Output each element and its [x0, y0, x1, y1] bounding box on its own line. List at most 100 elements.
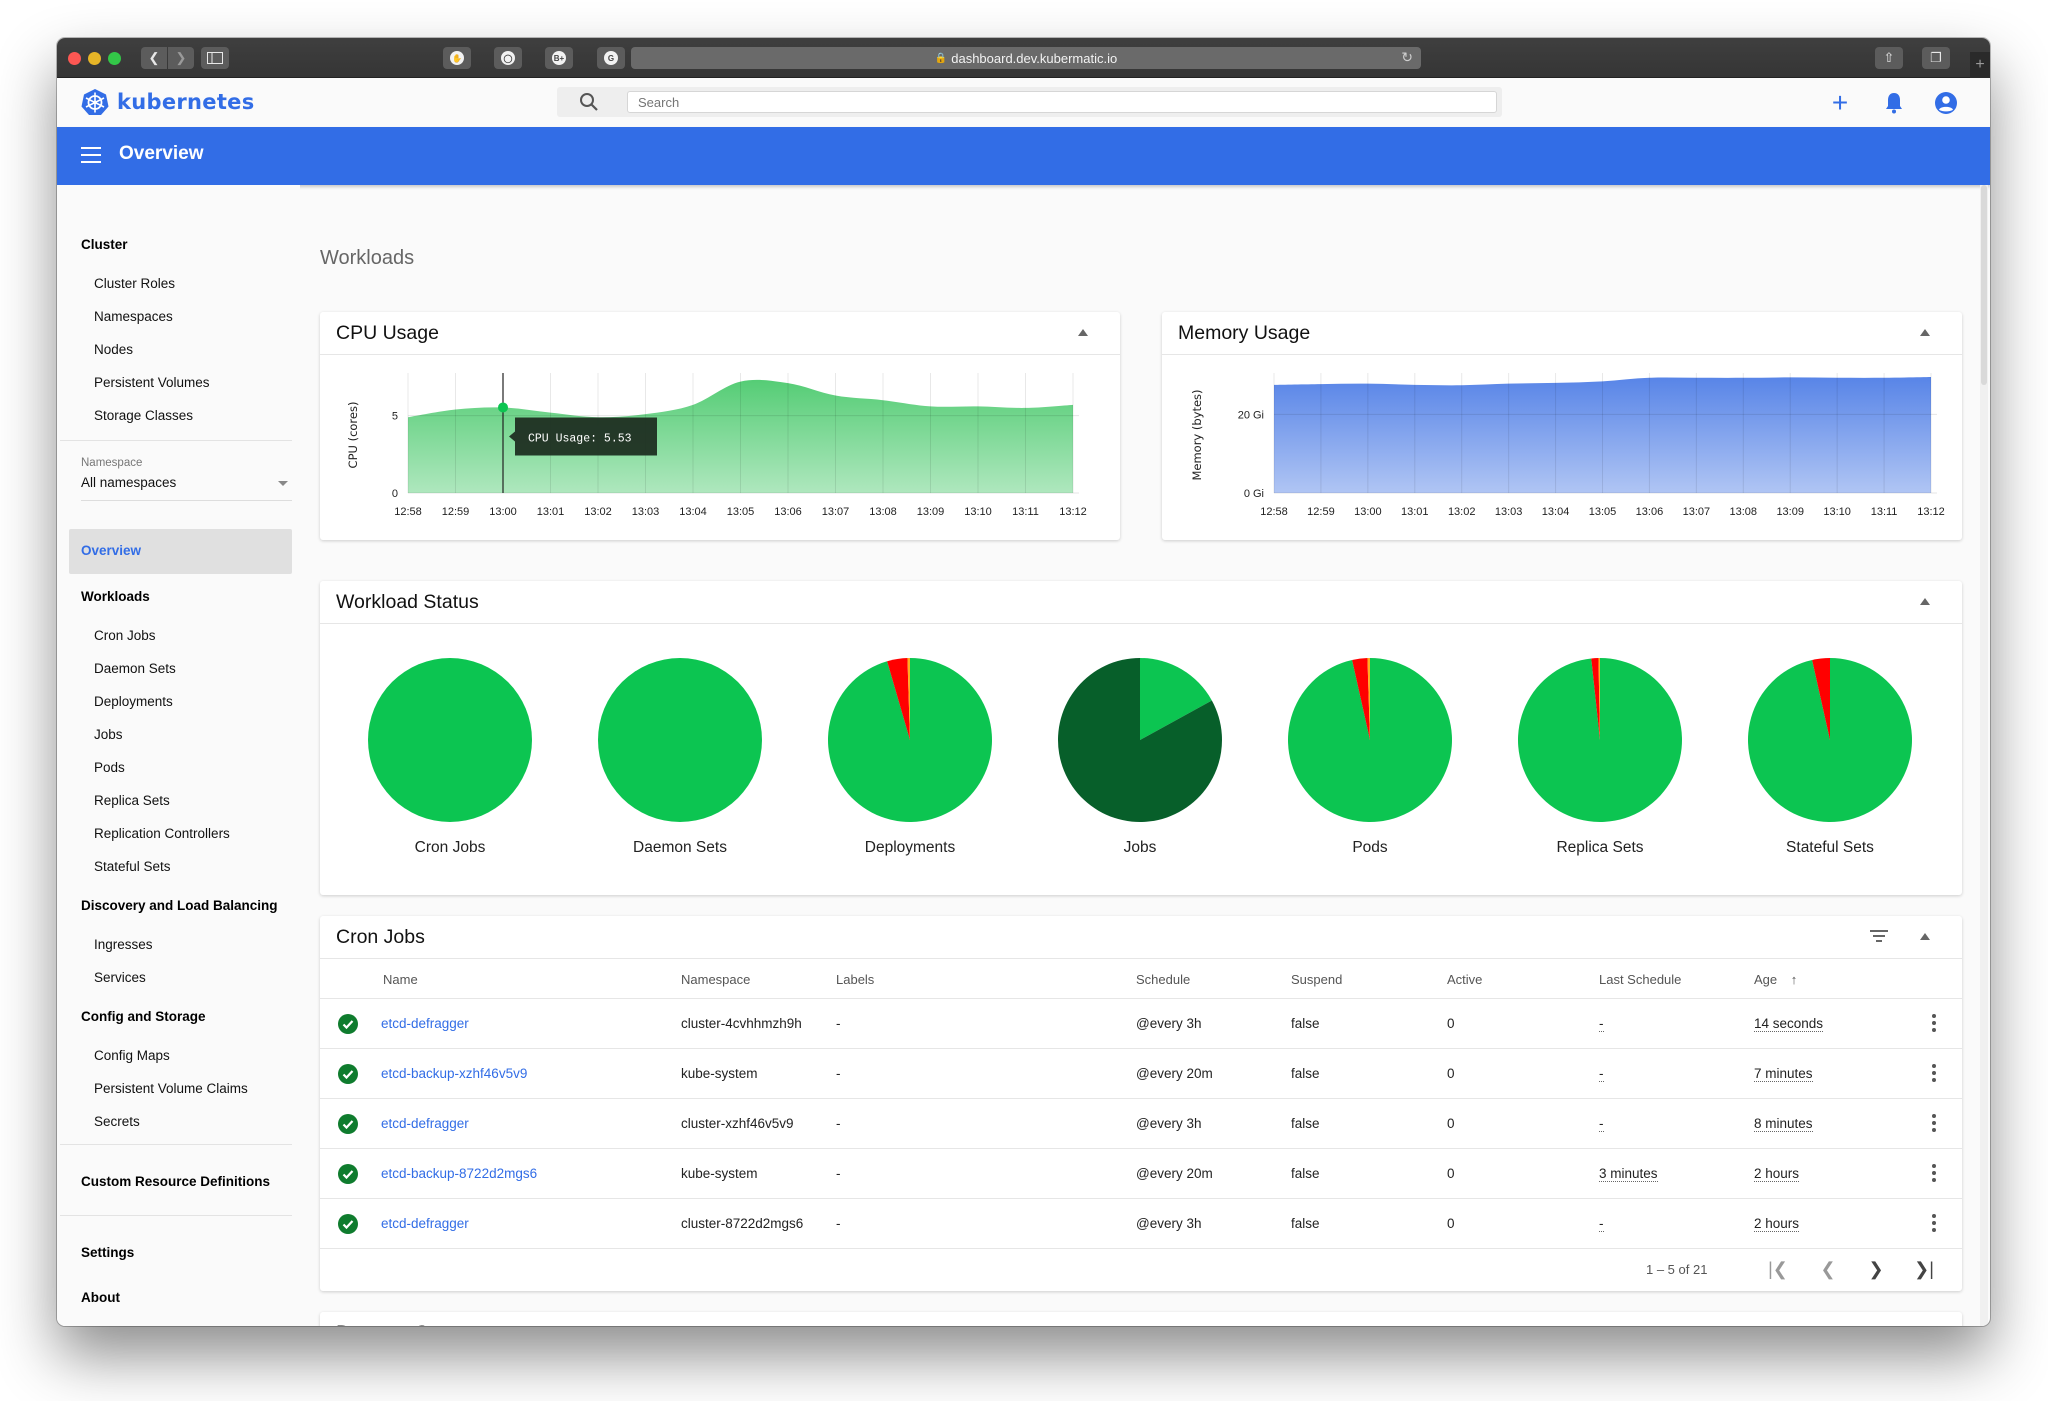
hamburger-menu-icon[interactable]	[81, 147, 101, 163]
create-resource-button[interactable]: +	[1827, 87, 1853, 118]
pie-chart	[1058, 658, 1222, 822]
sidebar-item-daemon-sets[interactable]: Daemon Sets	[94, 661, 176, 676]
reload-icon[interactable]: ↻	[1401, 49, 1413, 66]
kubernetes-logo[interactable]: kubernetes	[81, 88, 255, 116]
x-tick-label: 13:08	[869, 506, 897, 518]
column-header-age[interactable]: Age ↑	[1754, 972, 1797, 987]
cell-name[interactable]: etcd-defragger	[381, 1016, 469, 1031]
cell-age: 14 seconds	[1754, 1016, 1824, 1032]
sidebar-item-ingresses[interactable]: Ingresses	[94, 937, 153, 952]
sidebar-section-workloads[interactable]: Workloads	[81, 589, 150, 604]
sidebar-section-cluster[interactable]: Cluster	[81, 237, 128, 252]
sidebar-item-storage-classes[interactable]: Storage Classes	[94, 408, 193, 423]
extension-button-3[interactable]: B+	[545, 47, 573, 69]
search-icon[interactable]	[579, 92, 599, 112]
sidebar-item-jobs[interactable]: Jobs	[94, 727, 123, 742]
show-tabs-button[interactable]: ❐	[1922, 47, 1950, 69]
extension-button-2[interactable]: ◯	[494, 47, 522, 69]
hover-point[interactable]	[498, 402, 508, 413]
collapse-icon[interactable]	[1078, 329, 1088, 336]
sidebar-item-services[interactable]: Services	[94, 970, 146, 985]
table-row[interactable]: etcd-backup-8722d2mgs6 kube-system - @every…	[320, 1149, 1962, 1199]
table-row[interactable]: etcd-backup-xzhf46v5v9 kube-system - @every…	[320, 1049, 1962, 1099]
sidebar-item-pods[interactable]: Pods	[94, 760, 125, 775]
x-tick-label: 13:08	[1730, 506, 1758, 518]
previous-page-button[interactable]: ❮	[1816, 1257, 1840, 1281]
sidebar-toggle-button[interactable]	[201, 47, 229, 69]
address-bar[interactable]: 🔒 dashboard.dev.kubermatic.io ↻	[631, 47, 1421, 69]
user-menu-button[interactable]	[1933, 90, 1959, 116]
column-header-namespace[interactable]: Namespace	[681, 972, 750, 987]
logo-text: kubernetes	[117, 90, 255, 114]
extension-button-4[interactable]: G	[597, 47, 625, 69]
sidebar-item-secrets[interactable]: Secrets	[94, 1114, 140, 1129]
table-row[interactable]: etcd-defragger cluster-8722d2mgs6 - @every …	[320, 1199, 1962, 1249]
column-header-active[interactable]: Active	[1447, 972, 1482, 987]
cell-name[interactable]: etcd-backup-8722d2mgs6	[381, 1166, 537, 1181]
cell-name[interactable]: etcd-backup-xzhf46v5v9	[381, 1066, 527, 1081]
sidebar-item-config-maps[interactable]: Config Maps	[94, 1048, 170, 1063]
more-actions-icon[interactable]	[1930, 1064, 1938, 1084]
close-window-button[interactable]	[68, 52, 81, 65]
cell-suspend: false	[1291, 1166, 1320, 1181]
sidebar-section-discovery[interactable]: Discovery and Load Balancing	[81, 898, 278, 913]
more-actions-icon[interactable]	[1930, 1014, 1938, 1034]
maximize-window-button[interactable]	[108, 52, 121, 65]
cell-name[interactable]: etcd-defragger	[381, 1116, 469, 1131]
cell-schedule: @every 3h	[1136, 1216, 1202, 1231]
cell-labels: -	[836, 1016, 841, 1031]
dropdown-caret-icon	[278, 481, 288, 486]
table-row[interactable]: etcd-defragger cluster-4cvhhmzh9h - @every …	[320, 999, 1962, 1049]
sidebar-item-deployments[interactable]: Deployments	[94, 694, 173, 709]
sidebar-item-replica-sets[interactable]: Replica Sets	[94, 793, 170, 808]
sidebar-item-persistent-volumes[interactable]: Persistent Volumes	[94, 375, 210, 390]
notifications-button[interactable]	[1881, 90, 1907, 116]
cell-name[interactable]: etcd-defragger	[381, 1216, 469, 1231]
sidebar-item-replication-controllers[interactable]: Replication Controllers	[94, 826, 230, 841]
back-button[interactable]: ❮	[141, 47, 167, 69]
search-input[interactable]	[627, 91, 1497, 113]
sidebar-item-nodes[interactable]: Nodes	[94, 342, 133, 357]
pagination-range: 1 – 5 of 21	[1646, 1262, 1708, 1277]
cell-last-schedule: -	[1599, 1116, 1604, 1132]
collapse-icon[interactable]	[1920, 598, 1930, 605]
sidebar-item-settings[interactable]: Settings	[81, 1245, 134, 1260]
more-actions-icon[interactable]	[1930, 1114, 1938, 1134]
filter-icon[interactable]	[1870, 930, 1888, 944]
pie-chart	[368, 658, 532, 822]
sidebar-section-config-storage[interactable]: Config and Storage	[81, 1009, 206, 1024]
last-page-button[interactable]: ❯|	[1912, 1257, 1936, 1281]
forward-button[interactable]: ❯	[168, 47, 194, 69]
column-header-schedule[interactable]: Schedule	[1136, 972, 1190, 987]
sidebar-item-persistent-volume-claims[interactable]: Persistent Volume Claims	[94, 1081, 248, 1096]
scrollbar-thumb[interactable]	[1981, 185, 1987, 385]
collapse-icon[interactable]	[1920, 933, 1930, 940]
page-scrollbar[interactable]	[1980, 185, 1988, 1326]
first-page-button[interactable]: |❮	[1766, 1257, 1790, 1281]
extension-button-1[interactable]: ✋	[443, 47, 471, 69]
sidebar-item-stateful-sets[interactable]: Stateful Sets	[94, 859, 171, 874]
sidebar-item-overview[interactable]: Overview	[69, 529, 292, 574]
sidebar-item-about[interactable]: About	[81, 1290, 120, 1305]
column-header-name[interactable]: Name	[383, 972, 418, 987]
x-tick-label: 13:05	[727, 506, 755, 518]
column-header-last-schedule[interactable]: Last Schedule	[1599, 972, 1681, 987]
collapse-icon[interactable]	[1920, 329, 1930, 336]
next-page-button[interactable]: ❯	[1864, 1257, 1888, 1281]
sidebar-item-custom-resource-definitions[interactable]: Custom Resource Definitions	[81, 1174, 270, 1189]
column-header-suspend[interactable]: Suspend	[1291, 972, 1342, 987]
namespace-select[interactable]: All namespaces	[81, 475, 292, 501]
cell-suspend: false	[1291, 1216, 1320, 1231]
table-row[interactable]: etcd-defragger cluster-xzhf46v5v9 - @every …	[320, 1099, 1962, 1149]
sidebar-item-cron-jobs[interactable]: Cron Jobs	[94, 628, 156, 643]
share-button[interactable]: ⇧	[1875, 47, 1903, 69]
sidebar-item-cluster-roles[interactable]: Cluster Roles	[94, 276, 175, 291]
pie-slice-running[interactable]	[598, 658, 762, 822]
sidebar-item-namespaces[interactable]: Namespaces	[94, 309, 173, 324]
new-tab-button[interactable]: +	[1970, 52, 1990, 78]
more-actions-icon[interactable]	[1930, 1164, 1938, 1184]
pie-slice-running[interactable]	[368, 658, 532, 822]
x-tick-label: 13:10	[964, 506, 992, 518]
minimize-window-button[interactable]	[88, 52, 101, 65]
more-actions-icon[interactable]	[1930, 1214, 1938, 1234]
